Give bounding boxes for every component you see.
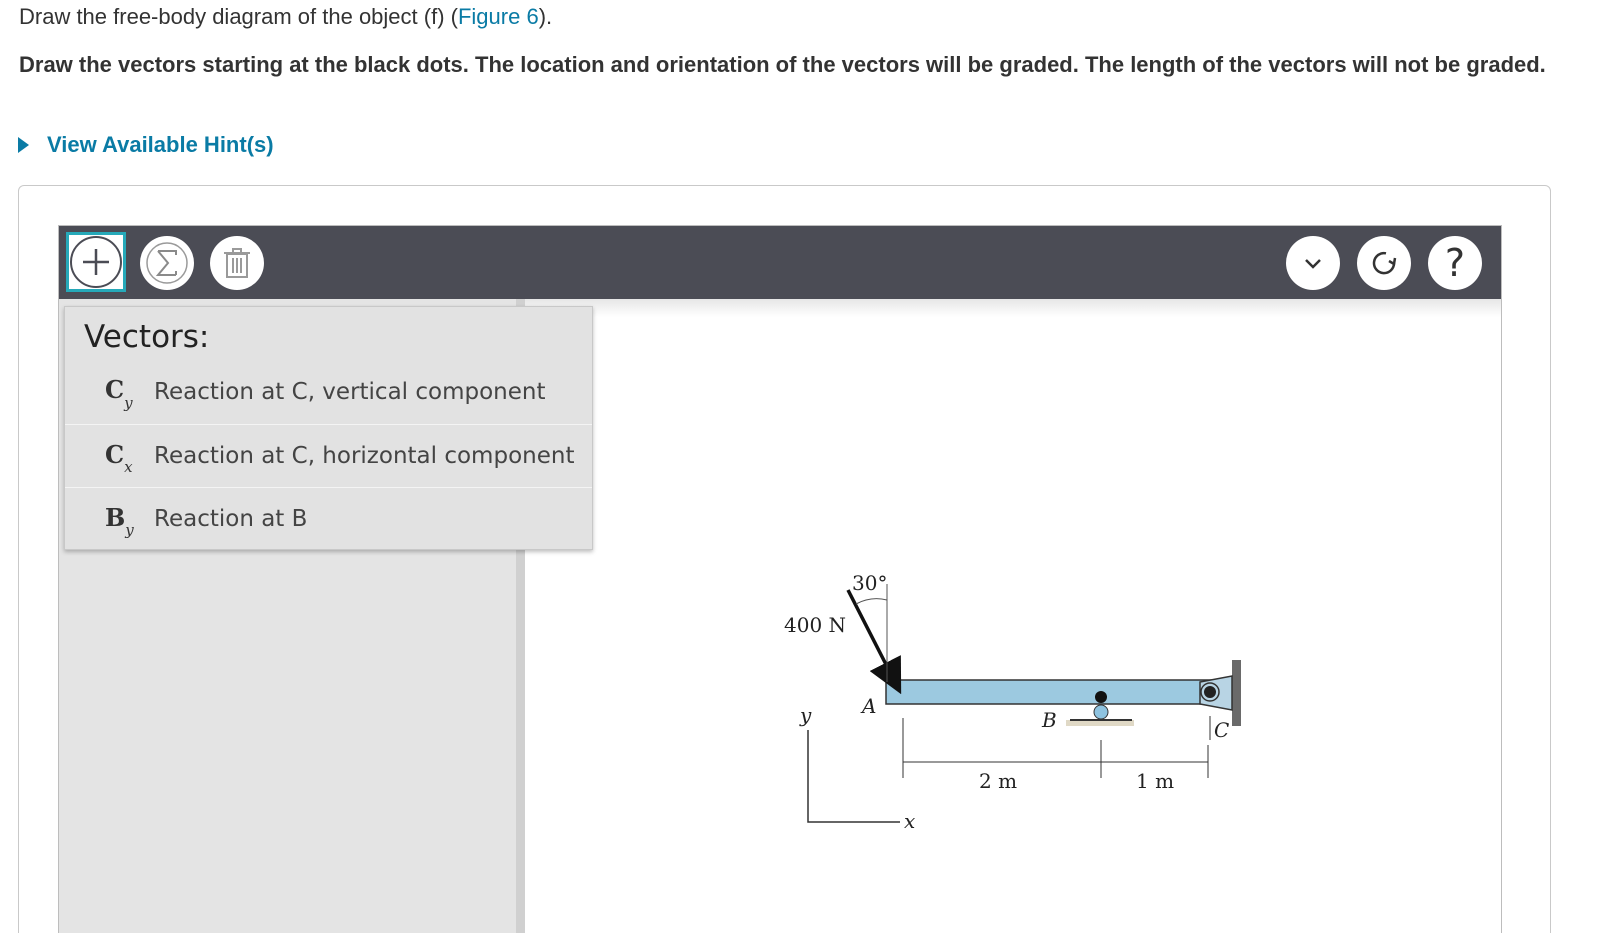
view-hints-toggle[interactable]: View Available Hint(s): [18, 132, 274, 158]
roller: [1093, 704, 1109, 720]
dimension-ab: 2 m: [979, 769, 1017, 793]
beam-figure: 30° 400 N A B C 2 m 1 m y x: [784, 571, 1241, 833]
intro-tail: ).: [538, 4, 553, 29]
point-b-dot: [1095, 691, 1107, 703]
reset-button[interactable]: [1357, 236, 1411, 290]
menu-item-by[interactable]: By Reaction at B: [65, 487, 592, 550]
add-icon: [83, 249, 109, 275]
vectors-menu: Vectors: Cy Reaction at C, vertical comp…: [64, 306, 593, 550]
force-arrow: [846, 589, 902, 695]
menu-item-label: Reaction at C, horizontal component: [154, 443, 575, 469]
dimension-bc: 1 m: [1136, 769, 1174, 793]
instructions-text: Draw the vectors starting at the black d…: [19, 52, 1546, 77]
reset-icon: [1372, 251, 1397, 275]
delete-button[interactable]: [210, 236, 264, 290]
symbol-letter: C: [105, 375, 125, 405]
expand-triangle-icon: [18, 137, 29, 153]
drawing-toolbar: ?: [59, 226, 1501, 299]
point-a-label: A: [860, 694, 876, 718]
vectors-menu-title: Vectors:: [84, 319, 210, 355]
sigma-icon: [146, 242, 188, 284]
trash-icon: [224, 248, 250, 278]
axis-x-label: x: [904, 809, 915, 833]
view-hints-label: View Available Hint(s): [47, 132, 274, 157]
menu-item-label: Reaction at B: [154, 506, 308, 532]
menu-item-cy[interactable]: Cy Reaction at C, vertical component: [65, 360, 592, 423]
intro-text: Draw the free-body diagram of the object…: [19, 4, 458, 29]
vector-symbol: By: [105, 502, 145, 540]
angle-label: 30°: [852, 571, 887, 595]
add-vector-button-focus: [66, 232, 126, 292]
symbol-letter: B: [105, 502, 126, 532]
menu-item-cx[interactable]: Cx Reaction at C, horizontal component: [65, 424, 592, 487]
point-c-label: C: [1214, 718, 1229, 742]
pin-c-dot: [1204, 686, 1216, 698]
coordinate-axes: [807, 730, 900, 823]
dropdown-button[interactable]: [1286, 236, 1340, 290]
force-label: 400 N: [784, 613, 846, 637]
axis-y-label: y: [799, 703, 812, 727]
vector-symbol: Cx: [105, 439, 145, 477]
symbol-subscript: y: [124, 393, 133, 412]
wall-support: [1232, 660, 1241, 726]
sum-vectors-button[interactable]: [140, 236, 194, 290]
add-vector-button[interactable]: [70, 236, 122, 288]
chevron-down-icon: [1305, 259, 1321, 269]
help-icon: ?: [1444, 241, 1466, 285]
beam: [885, 679, 1217, 705]
point-b-label: B: [1041, 708, 1057, 732]
menu-item-label: Reaction at C, vertical component: [154, 378, 546, 405]
vector-symbol: Cy: [105, 375, 145, 412]
help-button[interactable]: ?: [1428, 236, 1482, 290]
canvas-shadow: [525, 299, 1501, 317]
question-intro: Draw the free-body diagram of the object…: [19, 4, 552, 30]
figure-link[interactable]: Figure 6: [458, 4, 539, 29]
symbol-letter: C: [105, 439, 125, 469]
symbol-subscript: y: [125, 521, 134, 540]
symbol-subscript: x: [124, 458, 133, 477]
